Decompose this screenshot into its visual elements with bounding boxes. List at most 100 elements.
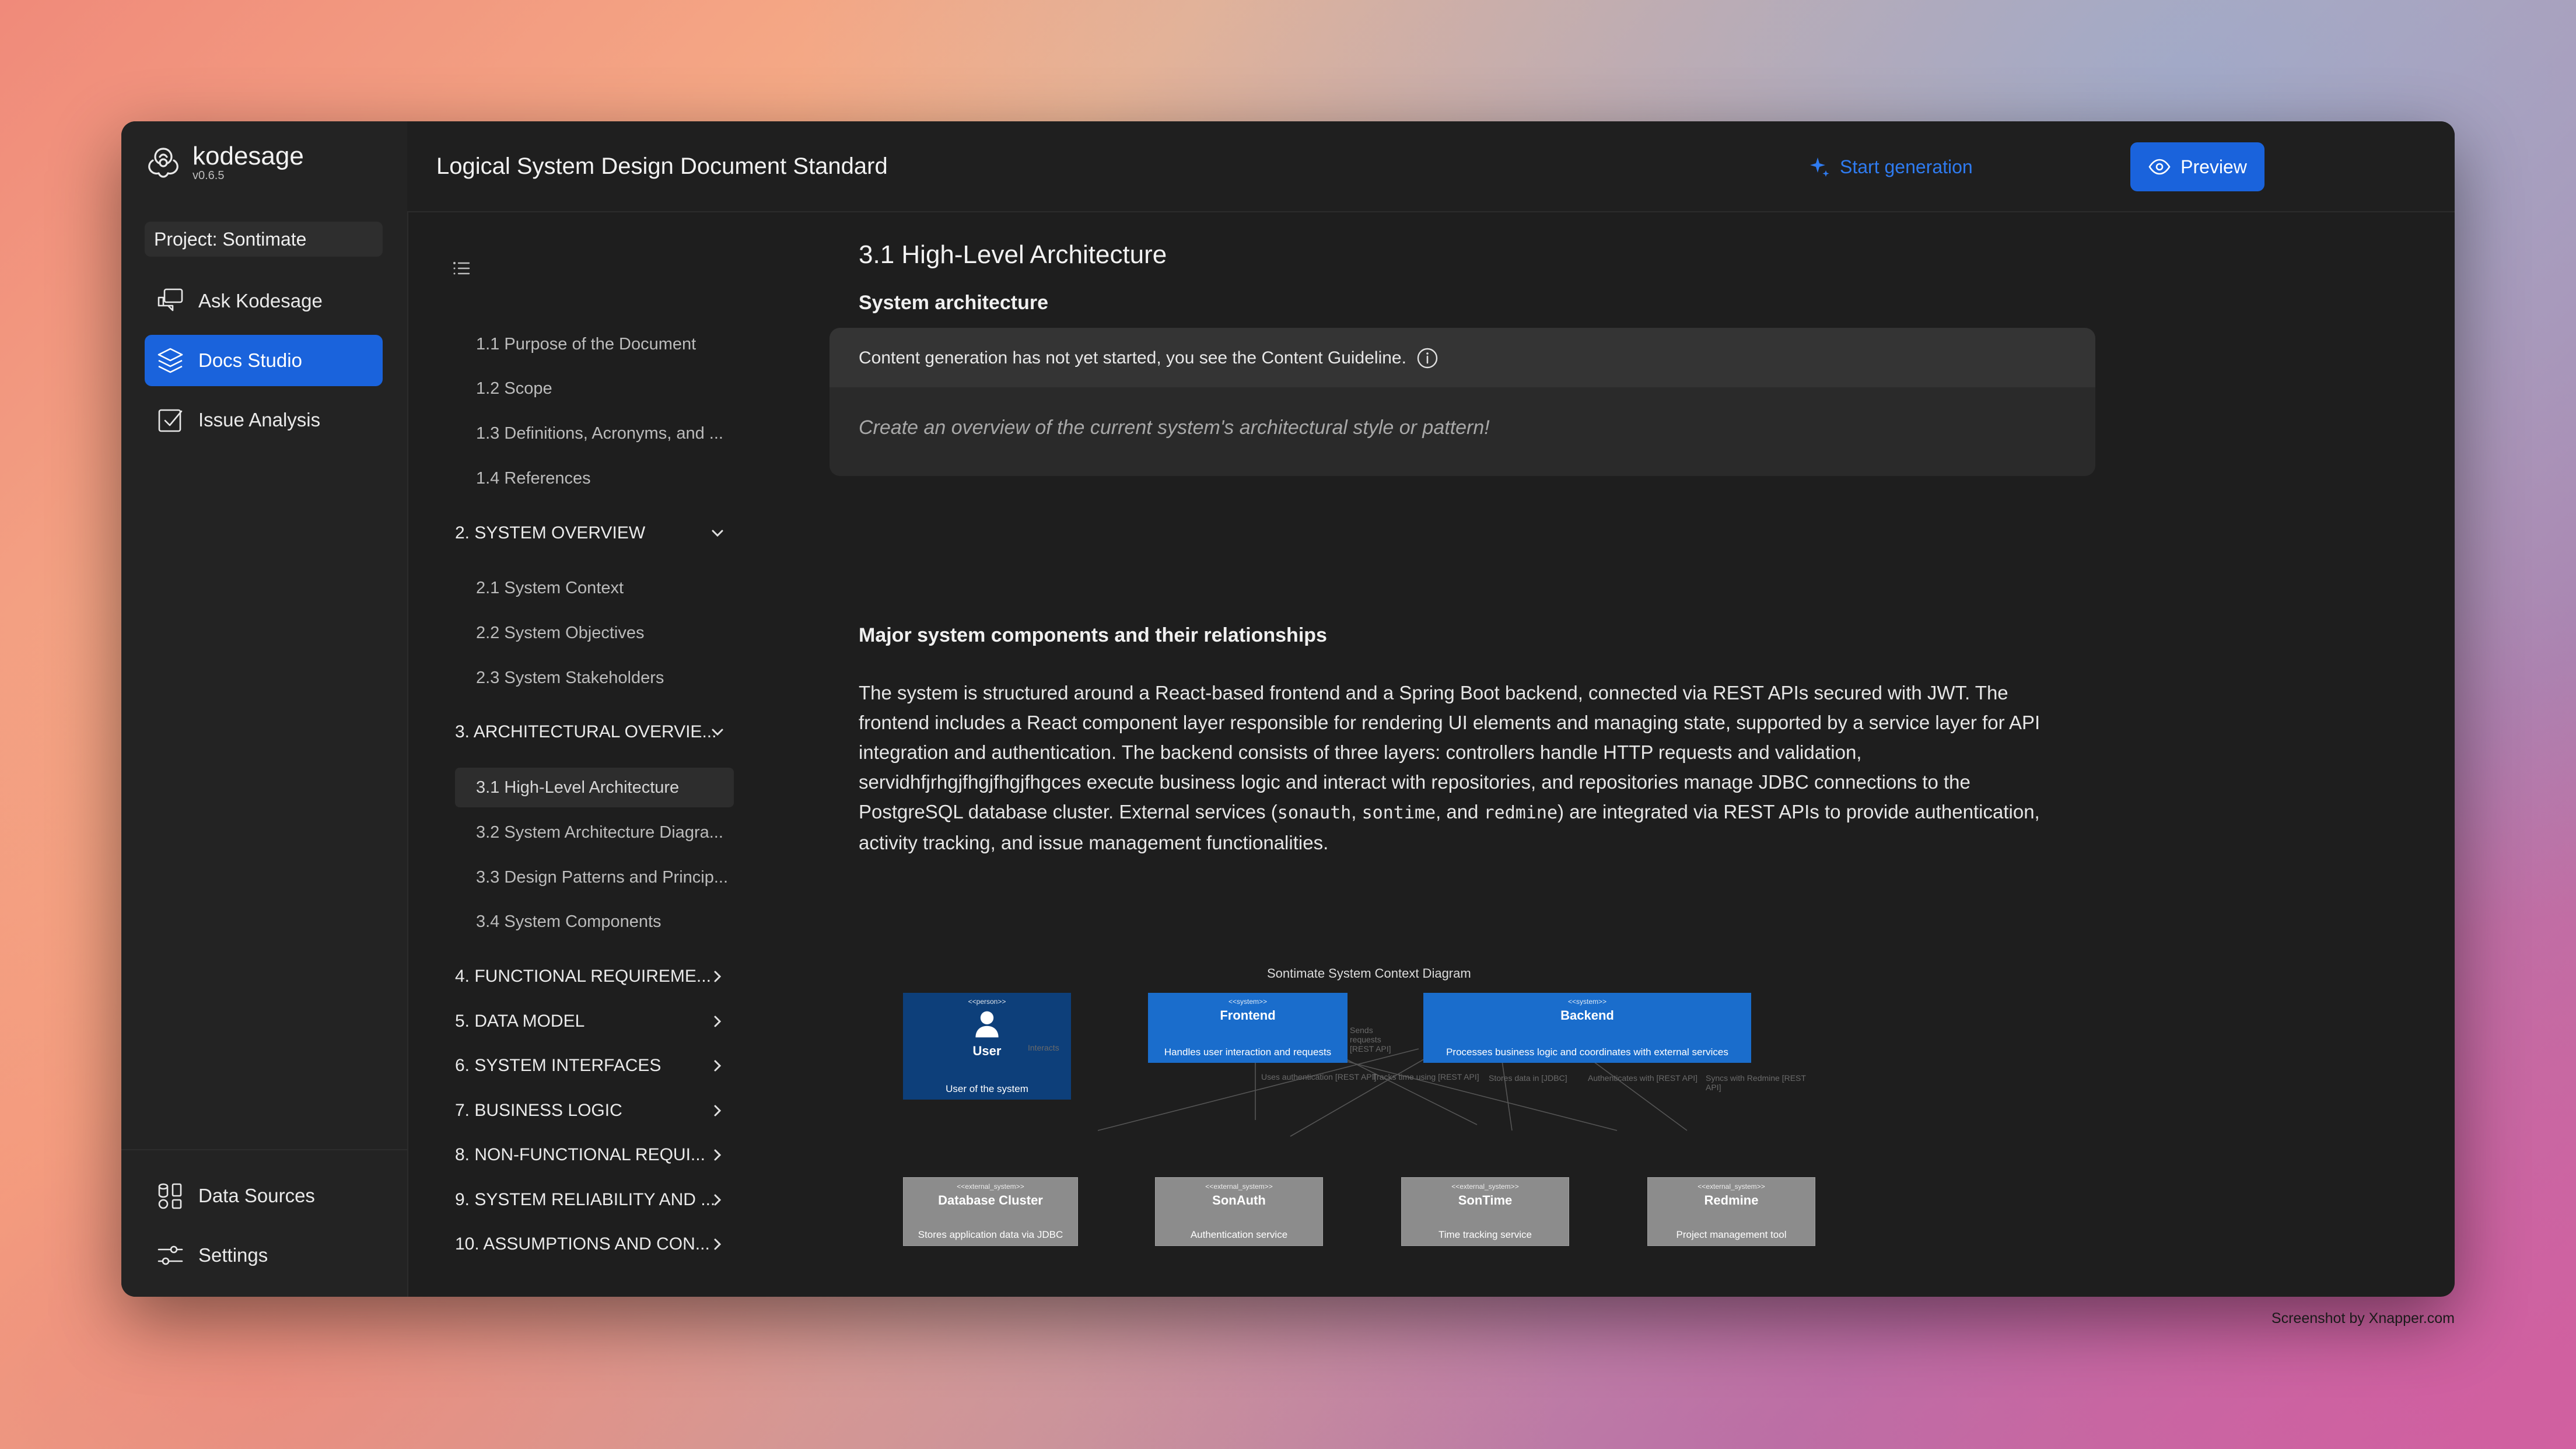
node-description: Time tracking service	[1438, 1229, 1532, 1240]
node-redmine: <<external_system>> Redmine Project mana…	[1647, 1177, 1815, 1246]
chevron-right-icon	[714, 1194, 722, 1206]
sparkle-icon	[1810, 158, 1829, 177]
chat-icon	[158, 288, 183, 312]
node-frontend: <<system>> Frontend Handles user interac…	[1148, 993, 1348, 1063]
start-generation-button[interactable]: Start generation	[1807, 148, 1973, 186]
toc-section-functional-requirements[interactable]: 4. FUNCTIONAL REQUIREME...	[455, 957, 734, 996]
section-title: 3.1 High-Level Architecture	[859, 240, 1167, 269]
node-sonauth: <<external_system>> SonAuth Authenticati…	[1155, 1177, 1323, 1246]
nav-data-sources[interactable]: Data Sources	[145, 1170, 383, 1222]
nav-label: Settings	[198, 1244, 268, 1266]
chevron-down-icon	[712, 530, 723, 537]
kodesage-logo-icon	[148, 148, 178, 178]
node-name: SonTime	[1458, 1193, 1513, 1208]
nav-docs-studio[interactable]: Docs Studio	[145, 335, 383, 386]
nav-issue-analysis[interactable]: Issue Analysis	[145, 394, 383, 446]
nav-label: Issue Analysis	[198, 409, 321, 430]
node-name: Redmine	[1704, 1193, 1759, 1208]
toc-section-label: 9. SYSTEM RELIABILITY AND ...	[455, 1190, 716, 1209]
toc-section-label: 4. FUNCTIONAL REQUIREME...	[455, 967, 711, 986]
toc-item[interactable]: 3.4 System Components	[455, 902, 734, 942]
toc-section-business-logic[interactable]: 7. BUSINESS LOGIC	[455, 1091, 734, 1130]
body-paragraph: The system is structured around a React-…	[859, 678, 2043, 858]
toc-section-architectural-overview[interactable]: 3. ARCHITECTURAL OVERVIE...	[455, 712, 734, 752]
nav-settings[interactable]: Settings	[145, 1230, 383, 1281]
node-stereotype: <<external_system>>	[1698, 1182, 1765, 1191]
chevron-right-icon	[714, 1105, 722, 1116]
node-database-cluster: <<external_system>> Database Cluster Sto…	[903, 1177, 1078, 1246]
node-name: SonAuth	[1212, 1193, 1266, 1208]
table-of-contents: 1.1 Purpose of the Document 1.2 Scope 1.…	[407, 212, 746, 1297]
toc-section-data-model[interactable]: 5. DATA MODEL	[455, 1002, 734, 1041]
toc-item[interactable]: 2.3 System Stakeholders	[455, 658, 734, 698]
chevron-right-icon	[714, 1238, 722, 1250]
toc-item[interactable]: 1.4 References	[455, 459, 734, 498]
nav-ask-kodesage[interactable]: Ask Kodesage	[145, 275, 383, 327]
toc-item[interactable]: 1.3 Definitions, Acronyms, and ...	[455, 414, 734, 453]
node-description: Processes business logic and coordinates…	[1446, 1046, 1728, 1058]
toc-section-label: 7. BUSINESS LOGIC	[455, 1101, 622, 1120]
node-stereotype: <<external_system>>	[1205, 1182, 1273, 1191]
toc-section-system-overview[interactable]: 2. SYSTEM OVERVIEW	[455, 513, 734, 553]
node-stereotype: <<system>>	[1228, 998, 1268, 1006]
paragraph-text: ,	[1351, 801, 1362, 822]
toc-item[interactable]: 3.2 System Architecture Diagra...	[455, 813, 734, 852]
app-logo[interactable]: kodesage v0.6.5	[145, 144, 304, 182]
toc-section-label: 6. SYSTEM INTERFACES	[455, 1056, 662, 1075]
sliders-icon	[158, 1245, 183, 1265]
toc-item[interactable]: 2.2 System Objectives	[455, 613, 734, 653]
guideline-notice-bar: Content generation has not yet started, …	[830, 328, 2095, 387]
nav-label: Ask Kodesage	[198, 290, 323, 312]
toc-section-label: 8. NON-FUNCTIONAL REQUI...	[455, 1145, 705, 1164]
sidebar-divider	[121, 1149, 407, 1150]
toc-section-system-reliability[interactable]: 9. SYSTEM RELIABILITY AND ...	[455, 1180, 734, 1220]
project-selector[interactable]: Project: Sontimate	[145, 222, 383, 257]
nav-label: Data Sources	[198, 1185, 315, 1206]
guideline-notice: Content generation has not yet started, …	[859, 348, 1406, 368]
toc-item[interactable]: 1.1 Purpose of the Document	[455, 324, 734, 364]
sidebar: kodesage v0.6.5 Project: Sontimate Ask K…	[121, 121, 408, 1297]
toc-item-active[interactable]: 3.1 High-Level Architecture	[455, 768, 734, 807]
checkbox-icon	[158, 409, 183, 432]
layers-icon	[158, 348, 183, 373]
chevron-down-icon	[712, 729, 723, 736]
node-description: Stores application data via JDBC	[918, 1229, 1063, 1240]
toc-item[interactable]: 2.1 System Context	[455, 568, 734, 608]
document-title: Logical System Design Document Standard	[436, 153, 888, 179]
edge-label: Interacts	[1028, 1043, 1059, 1052]
top-header: Logical System Design Document Standard …	[407, 121, 2455, 212]
node-description: User of the system	[946, 1083, 1028, 1094]
paragraph-text: , and	[1436, 801, 1484, 822]
toc-section-assumptions[interactable]: 10. ASSUMPTIONS AND CON...	[455, 1224, 734, 1264]
edge-label: Authenticates with [REST API]	[1588, 1073, 1698, 1083]
edge-label: Uses authentication [REST API]	[1261, 1072, 1377, 1082]
node-stereotype: <<external_system>>	[1451, 1182, 1519, 1191]
node-sontime: <<external_system>> SonTime Time trackin…	[1401, 1177, 1569, 1246]
toc-section-system-interfaces[interactable]: 6. SYSTEM INTERFACES	[455, 1046, 734, 1086]
screenshot-credit: Screenshot by Xnapper.com	[2271, 1310, 2455, 1326]
app-window: kodesage v0.6.5 Project: Sontimate Ask K…	[121, 121, 2455, 1297]
list-icon[interactable]	[450, 258, 471, 279]
content-guideline-card: Content generation has not yet started, …	[830, 328, 2095, 476]
preview-label: Preview	[2180, 156, 2247, 177]
edge-frontend-redmine	[1342, 1060, 1618, 1131]
info-icon[interactable]	[1416, 346, 1439, 370]
toc-section-label: 10. ASSUMPTIONS AND CON...	[455, 1234, 710, 1254]
toc-section-non-functional-requirements[interactable]: 8. NON-FUNCTIONAL REQUI...	[455, 1135, 734, 1175]
nav-label: Docs Studio	[198, 349, 302, 371]
person-icon	[975, 1011, 999, 1038]
toc-item[interactable]: 3.3 Design Patterns and Princip...	[455, 858, 734, 897]
node-description: Handles user interaction and requests	[1164, 1046, 1332, 1058]
toc-item[interactable]: 1.2 Scope	[455, 369, 734, 408]
inline-code: sontime	[1362, 803, 1436, 823]
data-sources-icon	[158, 1183, 182, 1209]
guideline-text: Create an overview of the current system…	[859, 416, 1490, 439]
start-generation-label: Start generation	[1840, 156, 1973, 177]
node-description: Authentication service	[1190, 1229, 1288, 1240]
eye-icon	[2148, 159, 2171, 175]
subsection-title: Major system components and their relati…	[859, 624, 1327, 646]
inline-code: redmine	[1483, 803, 1558, 823]
chevron-right-icon	[714, 1060, 722, 1072]
chevron-right-icon	[714, 1016, 722, 1027]
preview-button[interactable]: Preview	[2130, 142, 2264, 191]
